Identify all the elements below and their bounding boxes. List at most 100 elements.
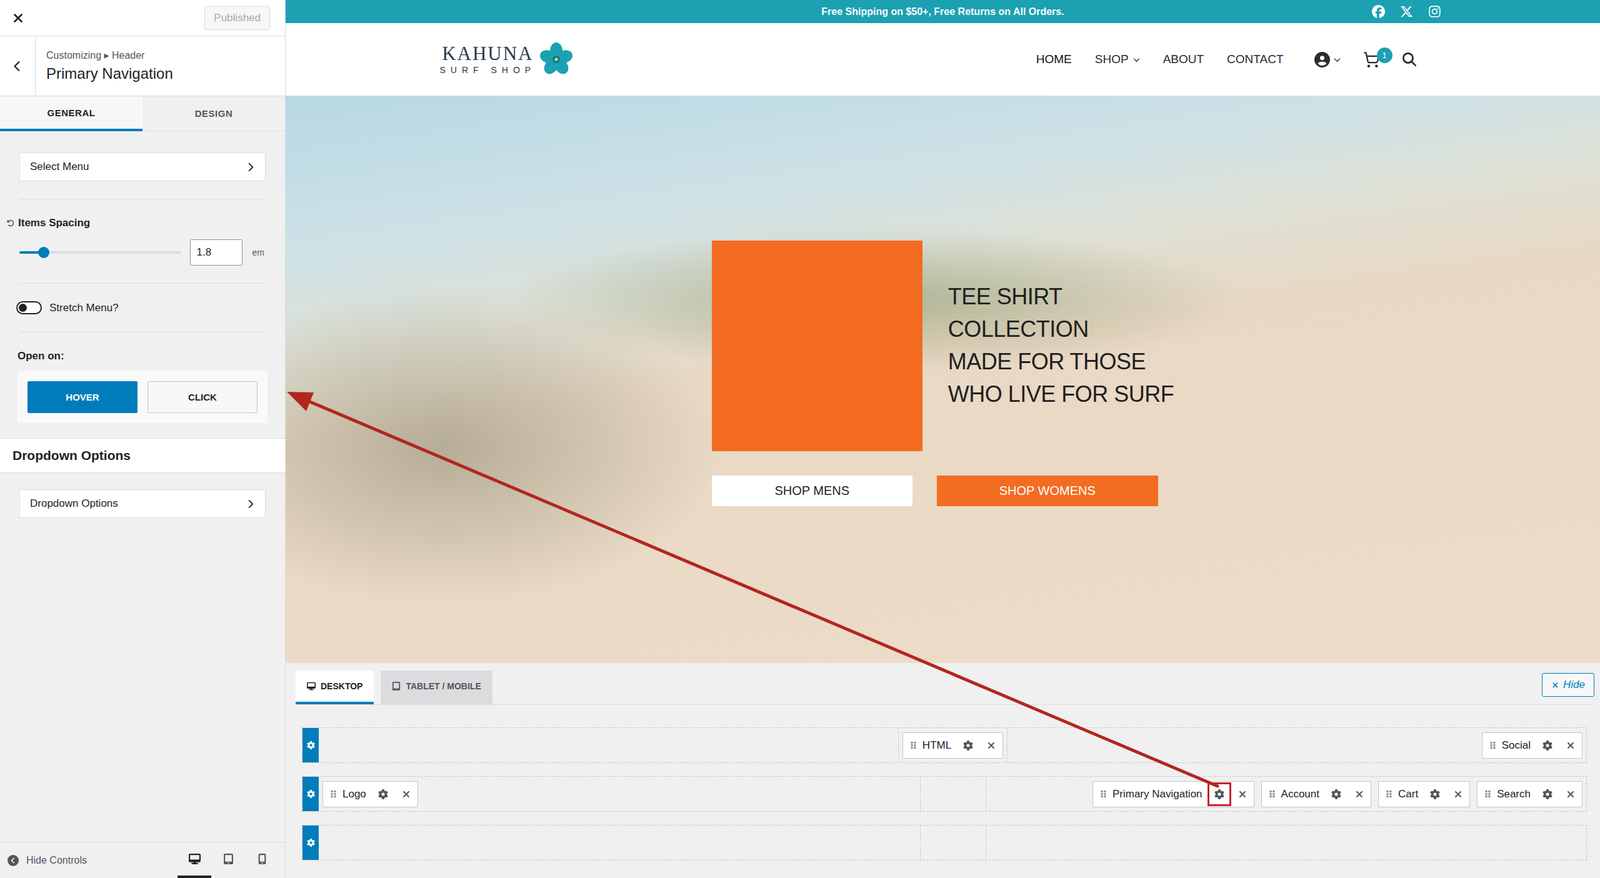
- nav-item[interactable]: HOME: [1036, 52, 1072, 67]
- close-button[interactable]: [0, 0, 36, 36]
- account-button[interactable]: [1314, 51, 1341, 68]
- item-settings-button[interactable]: [956, 733, 980, 758]
- item-remove-button[interactable]: [1353, 789, 1366, 800]
- drag-handle-icon[interactable]: [1488, 741, 1497, 750]
- publish-button[interactable]: Published: [204, 6, 270, 30]
- dropdown-options-button[interactable]: Dropdown Options: [19, 489, 266, 519]
- toggle-knob: [18, 303, 27, 312]
- drag-handle-icon[interactable]: [1385, 790, 1394, 799]
- close-icon: [1354, 789, 1365, 800]
- section-title: Dropdown Options: [0, 438, 285, 474]
- zone-center[interactable]: [920, 776, 986, 812]
- hide-builder-button[interactable]: Hide: [1541, 673, 1595, 697]
- builder-item[interactable]: Logo: [322, 781, 419, 808]
- zone-right[interactable]: Primary NavigationAccountCartSearch: [985, 776, 1587, 812]
- panel-tab[interactable]: DESIGN: [142, 96, 285, 132]
- builder-item[interactable]: Cart: [1378, 781, 1470, 808]
- close-icon: [1237, 789, 1248, 800]
- hero-heading: TEE SHIRTCOLLECTIONMADE FOR THOSEWHO LIV…: [948, 280, 1175, 411]
- nav-item[interactable]: CONTACT: [1226, 52, 1284, 67]
- item-settings-button[interactable]: [1535, 782, 1560, 807]
- close-icon: [1551, 681, 1560, 690]
- drag-handle-icon[interactable]: [1099, 790, 1108, 799]
- item-remove-button[interactable]: [400, 789, 413, 800]
- slider-track[interactable]: [19, 251, 182, 254]
- chevron-down-icon: [1333, 56, 1341, 64]
- zone-center[interactable]: [920, 825, 986, 860]
- item-remove-button[interactable]: [1564, 789, 1577, 800]
- nav-item[interactable]: ABOUT: [1163, 52, 1204, 67]
- unit-label[interactable]: em: [251, 245, 266, 260]
- builder-item[interactable]: Social: [1481, 732, 1583, 759]
- drag-handle-icon[interactable]: [1483, 790, 1492, 799]
- drag-handle-icon[interactable]: [1268, 790, 1277, 799]
- device-button[interactable]: [177, 842, 212, 878]
- builder-tab-group: DESKTOPTABLET / MOBILE: [295, 670, 493, 705]
- item-settings-button[interactable]: [1535, 733, 1560, 758]
- zone-left[interactable]: [318, 728, 899, 763]
- stretch-menu-toggle[interactable]: [16, 301, 42, 315]
- item-settings-button[interactable]: [1207, 782, 1232, 807]
- close-icon: [1565, 740, 1576, 751]
- row-settings-button[interactable]: [302, 728, 319, 763]
- zone-right[interactable]: [985, 825, 1587, 860]
- hibiscus-icon: [538, 41, 575, 78]
- device-button[interactable]: [211, 842, 245, 878]
- item-settings-button[interactable]: [1423, 782, 1447, 807]
- row-settings-button[interactable]: [302, 825, 319, 860]
- facebook-icon[interactable]: [1371, 5, 1385, 19]
- customizer-sidebar: Published Customizing ▸ HeaderPrimary Nav…: [0, 0, 286, 878]
- builder-item[interactable]: Account: [1261, 781, 1372, 808]
- device-switcher: [177, 842, 279, 878]
- zone-left[interactable]: Logo: [318, 776, 920, 812]
- x-icon[interactable]: [1400, 5, 1414, 19]
- builder-tab[interactable]: DESKTOP: [295, 670, 374, 705]
- zone-left[interactable]: [318, 825, 920, 860]
- slider-thumb[interactable]: [38, 246, 50, 259]
- customizer-page: PublishedCustomizing ▸ HeaderPrimary Nav…: [0, 0, 1600, 878]
- item-remove-button[interactable]: [985, 740, 998, 751]
- hide-controls-button[interactable]: Hide Controls: [7, 842, 87, 878]
- controls-area: Select MenuItems Spacing1.8emStretch Men…: [0, 131, 285, 439]
- spacing-input[interactable]: 1.8: [190, 239, 243, 266]
- close-icon: [401, 789, 412, 800]
- panel-heading: Customizing ▸ HeaderPrimary Navigation: [35, 36, 184, 96]
- search-button[interactable]: [1402, 52, 1417, 67]
- item-remove-button[interactable]: [1236, 789, 1249, 800]
- builder-tabs: DESKTOPTABLET / MOBILE Hide: [295, 670, 1595, 705]
- drag-handle-icon[interactable]: [329, 790, 338, 799]
- item-remove-button[interactable]: [1451, 789, 1465, 800]
- hero-content: TEE SHIRTCOLLECTIONMADE FOR THOSEWHO LIV…: [711, 240, 1175, 519]
- reset-icon[interactable]: [6, 219, 15, 227]
- hero-button[interactable]: SHOP WOMENS: [936, 475, 1159, 507]
- items-spacing-control: Items Spacing1.8em: [19, 216, 266, 266]
- gear-icon: [963, 740, 974, 751]
- hero-button[interactable]: SHOP MENS: [711, 475, 913, 507]
- breadcrumb: Customizing ▸ Header: [46, 49, 174, 62]
- zone-center[interactable]: HTML: [898, 728, 1007, 763]
- nav-item[interactable]: SHOP: [1095, 52, 1140, 67]
- builder-row: HTML Social: [301, 727, 1587, 764]
- builder-item[interactable]: Primary Navigation: [1092, 781, 1255, 808]
- device-button[interactable]: [245, 842, 279, 878]
- item-remove-button[interactable]: [1564, 740, 1577, 751]
- open-on-option[interactable]: CLICK: [147, 381, 258, 414]
- site-header: KAHUNASURF SHOP HOME SHOP ABOUT CONTACT 1: [285, 23, 1600, 96]
- instagram-icon[interactable]: [1428, 5, 1442, 19]
- select-menu-button[interactable]: Select Menu: [19, 152, 266, 182]
- item-settings-button[interactable]: [1324, 782, 1349, 807]
- zone-right[interactable]: Social: [1006, 728, 1587, 763]
- builder-tab[interactable]: TABLET / MOBILE: [380, 670, 492, 705]
- row-settings-button[interactable]: [302, 776, 319, 812]
- panel-tab[interactable]: GENERAL: [0, 96, 143, 132]
- drag-handle-icon[interactable]: [909, 741, 918, 750]
- open-on-option[interactable]: HOVER: [27, 381, 138, 414]
- open-on-label: Open on:: [17, 350, 266, 363]
- builder-item[interactable]: HTML: [902, 732, 1004, 759]
- builder-item[interactable]: Search: [1476, 781, 1583, 808]
- site-logo[interactable]: KAHUNASURF SHOP: [440, 41, 575, 78]
- back-button[interactable]: [0, 36, 36, 96]
- item-settings-button[interactable]: [371, 782, 395, 807]
- annotation-arrow: [0, 0, 1600, 878]
- cart-button[interactable]: 1: [1363, 51, 1380, 69]
